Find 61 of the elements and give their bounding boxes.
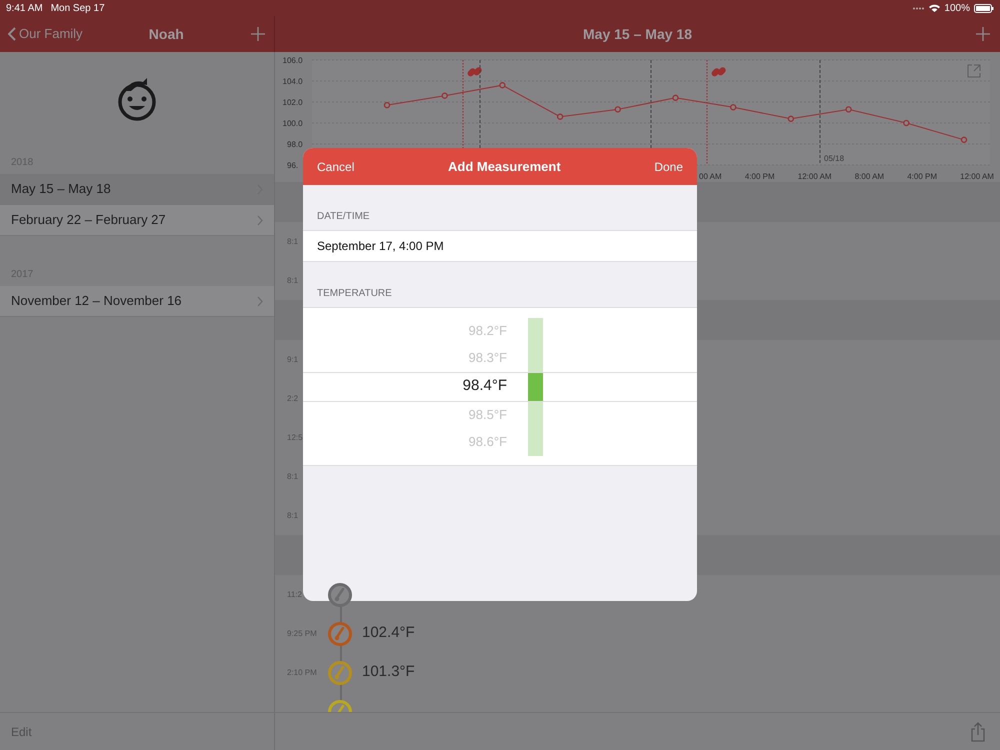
back-icon <box>8 27 16 41</box>
nav-title: Noah <box>148 24 184 44</box>
detail-title: May 15 – May 18 <box>583 24 692 44</box>
chevron-icon <box>257 214 263 226</box>
x-axis-label: 4:00 PM <box>744 171 775 183</box>
scale-segment <box>528 318 543 344</box>
cancel-button[interactable]: Cancel <box>317 158 354 176</box>
reading-value: 102.4°F <box>362 623 415 644</box>
done-button[interactable]: Done <box>654 158 683 176</box>
x-axis-label: 8:00 AM <box>854 171 884 183</box>
y-tick-label: 100.0 <box>282 119 303 128</box>
scale-segment <box>528 428 543 456</box>
picker-option[interactable]: 98.4°F <box>303 375 507 398</box>
chevron-icon <box>257 296 263 306</box>
point <box>672 94 679 101</box>
y-tick-label: 98.0 <box>287 140 303 149</box>
face-icon <box>117 77 157 121</box>
back-button[interactable]: Our Family <box>8 24 83 44</box>
point <box>499 82 506 88</box>
x-axis-label: 12:00 AM <box>798 171 832 183</box>
status-time: 9:41 AM <box>6 2 43 16</box>
point <box>960 136 968 143</box>
status-date: Mon Sep 17 <box>50 2 105 16</box>
x-axis-label: 00 AM <box>699 171 722 183</box>
point <box>845 106 852 112</box>
section-label: DATE/TIME <box>316 210 371 224</box>
date-range-item[interactable]: May 15 – May 18 <box>0 174 274 205</box>
section-label: TEMPERATURE <box>316 287 393 301</box>
date-range-item[interactable]: November 12 – November 16 <box>0 286 274 317</box>
y-tick-label: 104.0 <box>282 77 303 86</box>
reading-value: 101.3°F <box>362 662 415 682</box>
y-tick-label: 106.0 <box>282 56 303 65</box>
share-icon[interactable] <box>970 722 986 742</box>
x-axis-label: 12:00 AM <box>960 171 994 183</box>
pill-icon <box>710 66 727 78</box>
point <box>788 116 794 122</box>
point <box>614 106 621 112</box>
y-tick-label: 102.0 <box>282 98 303 107</box>
dialog-title: Add Measurement <box>448 158 561 176</box>
signal-icon <box>913 6 926 10</box>
point <box>903 120 910 126</box>
battery-percent: 100% <box>944 2 970 16</box>
scale-segment <box>528 402 543 428</box>
y-tick-label: 96. <box>287 161 298 170</box>
date-range-item[interactable]: February 22 – February 27 <box>0 205 274 236</box>
expand-icon[interactable] <box>968 64 980 78</box>
temperature-picker[interactable]: 98.2°F 98.3°F 98.4°F 98.5°F 98.6°F <box>303 307 697 466</box>
scale-segment <box>528 344 543 372</box>
point <box>442 92 448 99</box>
point <box>730 104 736 110</box>
wifi-icon <box>929 4 940 12</box>
date-annotation: 05/18 <box>824 154 844 163</box>
add-button[interactable] <box>250 26 266 42</box>
scale-segment <box>528 372 543 400</box>
x-axis-label: 4:00 PM <box>907 171 938 183</box>
datetime-field[interactable]: September 17, 4:00 PM <box>303 230 697 262</box>
pill-icon <box>466 66 483 78</box>
point <box>384 102 390 108</box>
point <box>556 114 564 120</box>
battery-icon <box>974 4 994 12</box>
add-button[interactable] <box>975 26 991 42</box>
